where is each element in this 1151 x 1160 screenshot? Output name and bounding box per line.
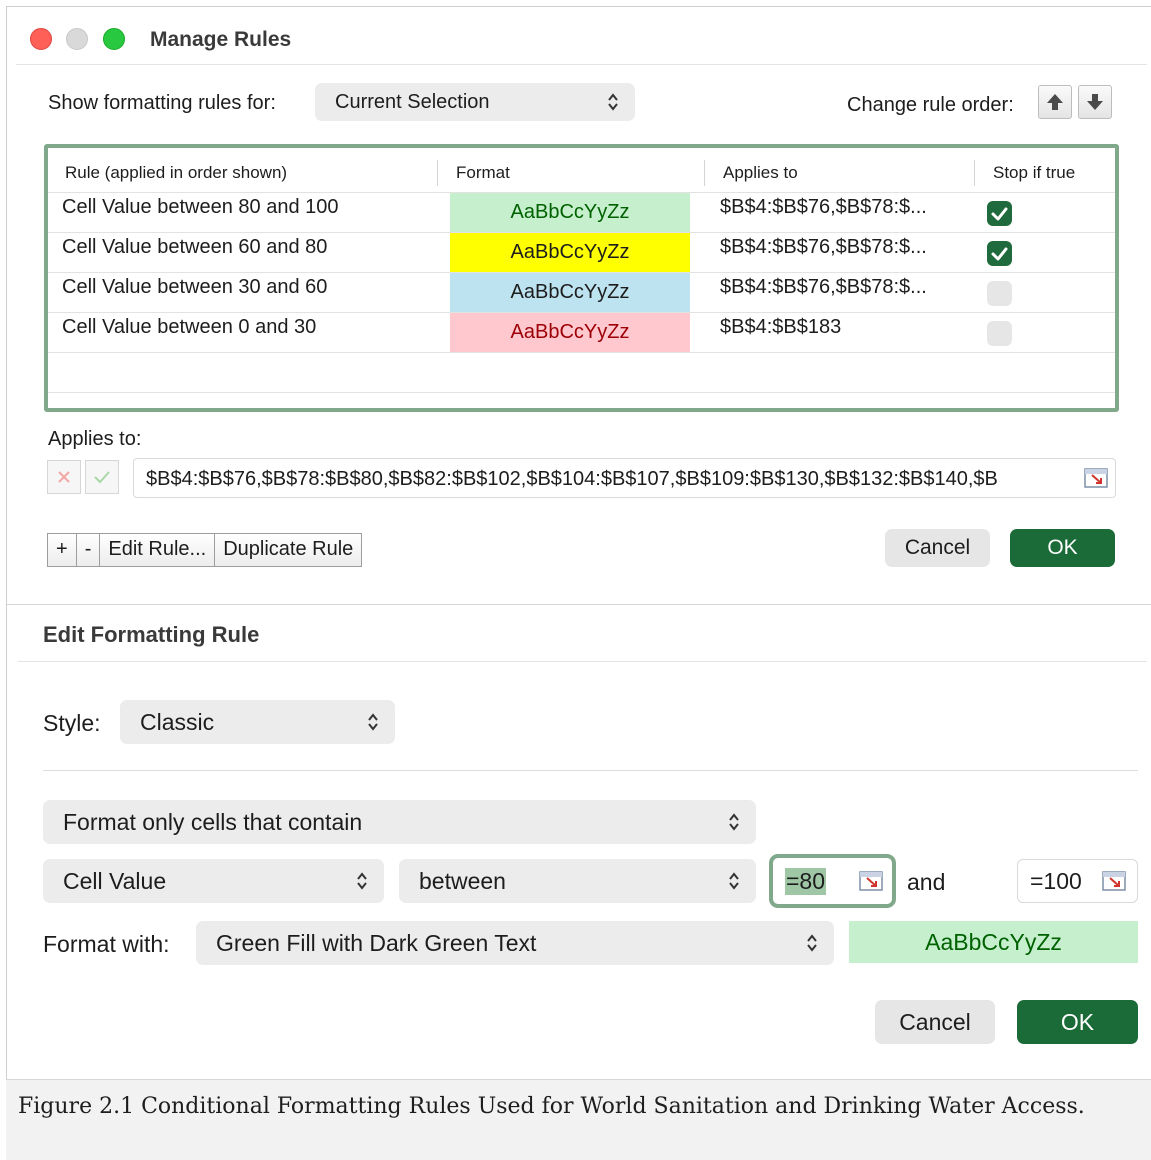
column-header-rule[interactable]: Rule (applied in order shown) <box>65 163 287 183</box>
column-header-stop[interactable]: Stop if true <box>993 163 1075 183</box>
minimize-window-button[interactable] <box>66 28 88 50</box>
rule-applies-to: $B$4:$B$76,$B$78:$... <box>720 236 927 258</box>
column-separator <box>974 160 975 186</box>
manage-ok-button[interactable]: OK <box>1010 529 1115 567</box>
duplicate-rule-button[interactable]: Duplicate Rule <box>215 534 361 566</box>
figure-caption: Figure 2.1 Conditional Formatting Rules … <box>18 1094 1085 1119</box>
column-header-format[interactable]: Format <box>456 163 510 183</box>
rule-applies-to: $B$4:$B$76,$B$78:$... <box>720 196 927 218</box>
rule-type-select[interactable]: Format only cells that contain <box>43 800 756 844</box>
stop-if-true-checkbox[interactable] <box>987 321 1012 346</box>
field-select[interactable]: Cell Value <box>43 859 384 903</box>
show-rules-value: Current Selection <box>335 90 490 113</box>
chevron-updown-icon <box>357 872 367 890</box>
chevron-updown-icon <box>729 813 739 831</box>
table-row[interactable]: Cell Value between 30 and 60 AaBbCcYyZz … <box>48 272 1115 312</box>
style-select[interactable]: Classic <box>120 700 395 744</box>
operator-select[interactable]: between <box>399 859 756 903</box>
arrow-down-icon <box>1087 94 1103 110</box>
title-divider <box>18 661 1147 662</box>
value2-text: =100 <box>1030 868 1082 894</box>
value1-input[interactable]: =80 <box>769 854 896 908</box>
operator-value: between <box>419 867 506 894</box>
table-row[interactable]: Cell Value between 60 and 80 AaBbCcYyZz … <box>48 232 1115 272</box>
rule-applies-to: $B$4:$B$183 <box>720 316 842 338</box>
show-rules-select[interactable]: Current Selection <box>315 83 635 121</box>
stop-if-true-checkbox[interactable] <box>987 241 1012 266</box>
rule-description: Cell Value between 80 and 100 <box>62 196 339 218</box>
edit-cancel-button[interactable]: Cancel <box>875 1000 995 1044</box>
rules-table-header: Rule (applied in order shown) Format App… <box>48 148 1115 194</box>
confirm-range-button[interactable] <box>85 460 119 494</box>
show-rules-label: Show formatting rules for: <box>48 92 276 114</box>
edit-rule-title: Edit Formatting Rule <box>43 622 260 647</box>
edit-ok-button[interactable]: OK <box>1017 1000 1138 1044</box>
value2-input[interactable]: =100 <box>1017 859 1138 903</box>
move-rule-up-button[interactable] <box>1038 85 1072 119</box>
column-separator <box>437 160 438 186</box>
add-rule-button[interactable]: + <box>48 534 77 566</box>
style-label: Style: <box>43 710 101 736</box>
applies-to-label: Applies to: <box>48 428 142 450</box>
close-window-button[interactable] <box>30 28 52 50</box>
rule-applies-to: $B$4:$B$76,$B$78:$... <box>720 276 927 298</box>
checkmark-icon <box>94 471 110 484</box>
format-with-select[interactable]: Green Fill with Dark Green Text <box>196 921 834 965</box>
format-preview: AaBbCcYyZz <box>450 193 690 232</box>
and-label: and <box>907 869 946 895</box>
zoom-window-button[interactable] <box>103 28 125 50</box>
rule-type-value: Format only cells that contain <box>63 808 363 835</box>
range-select-icon[interactable] <box>1084 468 1108 488</box>
table-row-empty <box>48 392 1115 412</box>
checkmark-icon <box>991 207 1008 221</box>
format-preview: AaBbCcYyZz <box>450 233 690 272</box>
field-value: Cell Value <box>63 867 167 894</box>
stop-if-true-checkbox[interactable] <box>987 281 1012 306</box>
range-select-icon[interactable] <box>1102 871 1126 891</box>
chevron-updown-icon <box>729 872 739 890</box>
checkmark-icon <box>991 247 1008 261</box>
title-divider <box>16 64 1147 65</box>
manage-cancel-button[interactable]: Cancel <box>885 529 990 567</box>
rule-description: Cell Value between 30 and 60 <box>62 276 328 298</box>
range-select-icon[interactable] <box>859 871 883 891</box>
value1-text: =80 <box>785 868 827 895</box>
chevron-updown-icon <box>608 93 618 111</box>
chevron-updown-icon <box>807 934 817 952</box>
table-row[interactable]: Cell Value between 0 and 30 AaBbCcYyZz $… <box>48 312 1115 352</box>
window-title: Manage Rules <box>150 28 292 51</box>
edit-rule-button[interactable]: Edit Rule... <box>100 534 216 566</box>
window-divider <box>6 604 1151 605</box>
rule-order-label: Change rule order: <box>847 94 1014 116</box>
section-divider <box>43 770 1138 771</box>
rule-description: Cell Value between 60 and 80 <box>62 236 328 258</box>
chevron-updown-icon <box>368 713 378 731</box>
table-row-empty <box>48 352 1115 392</box>
format-preview: AaBbCcYyZz <box>450 273 690 312</box>
rules-table: Rule (applied in order shown) Format App… <box>44 144 1119 412</box>
remove-rule-button[interactable]: - <box>77 534 101 566</box>
format-with-label: Format with: <box>43 931 170 957</box>
column-header-applies[interactable]: Applies to <box>723 163 798 183</box>
applies-to-input[interactable]: $B$4:$B$76,$B$78:$B$80,$B$82:$B$102,$B$1… <box>133 458 1116 498</box>
arrow-up-icon <box>1047 94 1063 110</box>
table-row[interactable]: Cell Value between 80 and 100 AaBbCcYyZz… <box>48 192 1115 232</box>
stop-if-true-checkbox[interactable] <box>987 201 1012 226</box>
format-preview-box: AaBbCcYyZz <box>849 921 1138 963</box>
close-icon <box>58 471 70 483</box>
column-separator <box>704 160 705 186</box>
rule-actions-toolbar: + - Edit Rule... Duplicate Rule <box>47 533 363 567</box>
cancel-range-button[interactable] <box>47 460 81 494</box>
format-preview: AaBbCcYyZz <box>450 313 690 352</box>
applies-to-value: $B$4:$B$76,$B$78:$B$80,$B$82:$B$102,$B$1… <box>146 468 998 490</box>
rule-description: Cell Value between 0 and 30 <box>62 316 317 338</box>
format-with-value: Green Fill with Dark Green Text <box>216 929 537 956</box>
figure-caption-bar: Figure 2.1 Conditional Formatting Rules … <box>6 1079 1151 1160</box>
style-value: Classic <box>140 708 215 735</box>
move-rule-down-button[interactable] <box>1078 85 1112 119</box>
